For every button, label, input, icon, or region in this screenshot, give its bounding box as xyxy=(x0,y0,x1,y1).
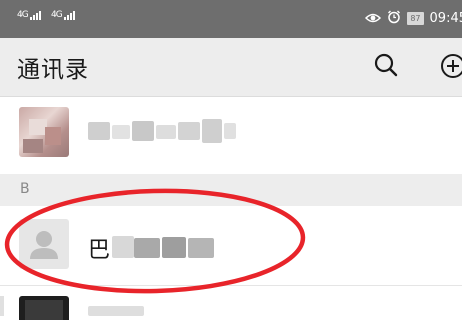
avatar xyxy=(19,296,69,320)
section-header: B xyxy=(0,174,462,206)
battery-level: 87 xyxy=(407,11,424,25)
status-time: 09:45 xyxy=(429,10,462,26)
signal-bars-icon xyxy=(29,10,42,20)
blurred-contact-name xyxy=(112,234,222,260)
index-bar-edge xyxy=(0,296,4,316)
default-avatar xyxy=(19,219,69,269)
contact-row[interactable] xyxy=(0,97,462,174)
eye-icon xyxy=(365,9,382,28)
add-button[interactable] xyxy=(439,52,462,80)
network-type-label: 4G xyxy=(17,10,29,20)
person-icon xyxy=(30,231,58,259)
search-button[interactable] xyxy=(373,52,399,78)
search-icon xyxy=(374,53,398,77)
plus-circle-icon xyxy=(441,54,462,78)
signal-bars-icon xyxy=(63,10,76,20)
signal-indicator-2: 4G xyxy=(51,10,76,20)
page-title: 通讯录 xyxy=(17,57,89,83)
contact-name-prefix: 巴 xyxy=(88,238,111,263)
alarm-icon xyxy=(387,9,401,28)
contact-row-highlighted[interactable] xyxy=(0,206,462,286)
divider xyxy=(0,285,462,286)
app-header: 通讯录 xyxy=(0,38,462,97)
blurred-contact-name xyxy=(88,306,144,316)
section-letter: B xyxy=(20,181,30,197)
status-right-group: 87 09:45 xyxy=(365,9,462,27)
network-type-label: 4G xyxy=(51,10,63,20)
contact-row[interactable] xyxy=(0,292,462,320)
signal-indicator-1: 4G xyxy=(17,10,42,20)
avatar xyxy=(19,107,69,157)
blurred-contact-name xyxy=(88,119,238,145)
status-bar: 4G 4G 87 09:45 xyxy=(0,0,462,38)
